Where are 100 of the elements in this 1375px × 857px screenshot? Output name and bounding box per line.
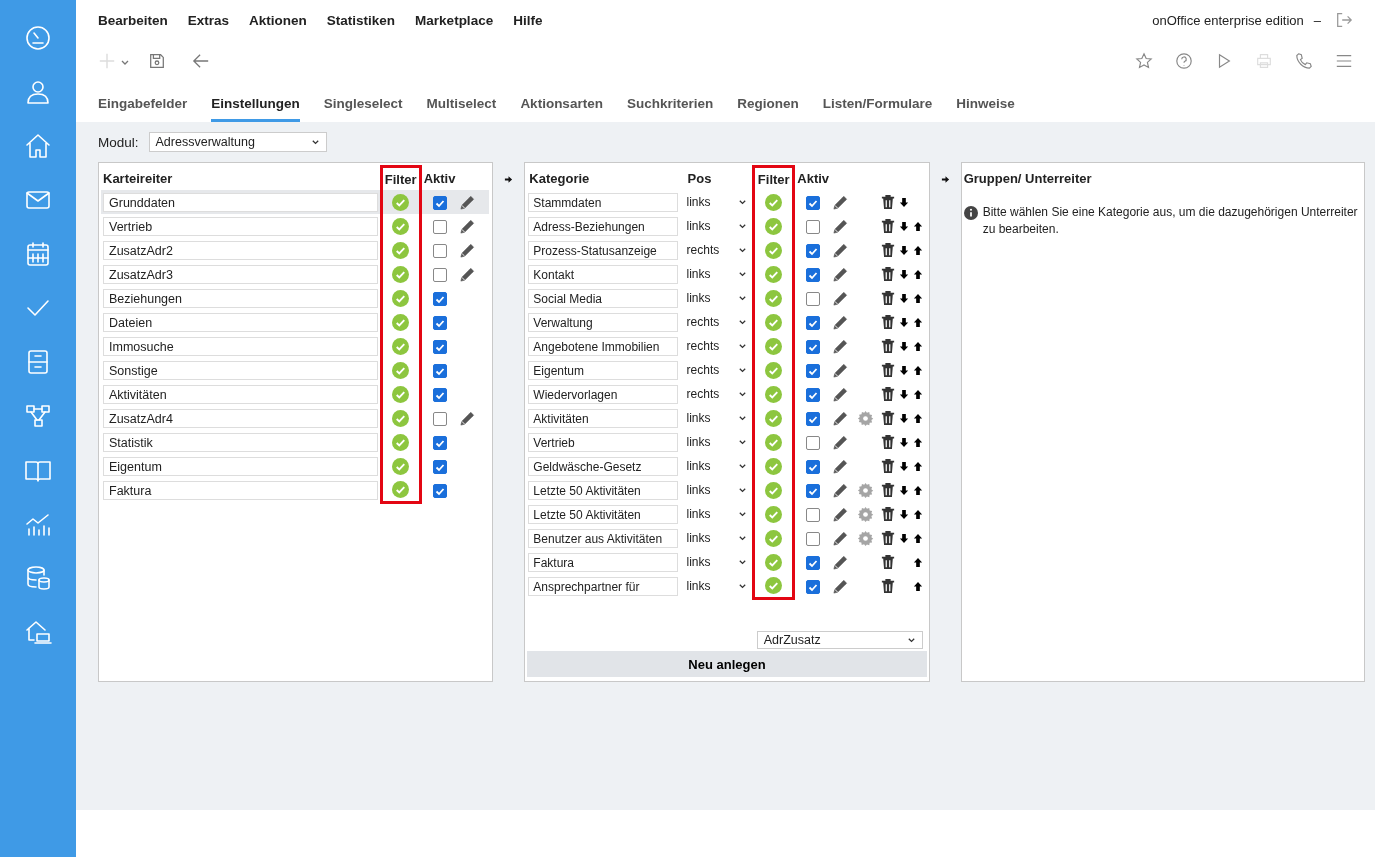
category-name-field[interactable]: Vertrieb [528, 432, 679, 452]
up-arrow-icon[interactable] [913, 268, 924, 280]
pencil-icon[interactable] [832, 481, 850, 499]
check-circle-icon[interactable] [392, 409, 410, 427]
trash-icon[interactable] [881, 482, 895, 498]
check-circle-icon[interactable] [392, 313, 410, 331]
check-circle-icon[interactable] [392, 241, 410, 259]
active-checkbox[interactable] [806, 579, 821, 594]
position-select[interactable]: links [686, 555, 747, 569]
active-checkbox[interactable] [806, 483, 821, 498]
pencil-icon[interactable] [459, 241, 477, 259]
up-arrow-icon[interactable] [913, 484, 924, 496]
category-name-field[interactable]: Prozess-Statusanzeige [528, 240, 679, 260]
category-name-field[interactable]: Stammdaten [528, 192, 679, 212]
trash-icon[interactable] [881, 266, 895, 282]
check-circle-icon[interactable] [765, 433, 783, 451]
category-name-field[interactable]: Faktura [528, 552, 679, 572]
down-arrow-icon[interactable] [899, 508, 910, 520]
up-arrow-icon[interactable] [913, 556, 924, 568]
check-circle-icon[interactable] [392, 480, 410, 498]
pencil-icon[interactable] [832, 409, 850, 427]
down-arrow-icon[interactable] [899, 484, 910, 496]
category-name-field[interactable]: Benutzer aus Aktivitäten [528, 528, 679, 548]
tab[interactable]: Regionen [737, 86, 799, 122]
menu-item[interactable]: Aktionen [249, 12, 307, 28]
check-circle-icon[interactable] [765, 505, 783, 523]
tab-type-select[interactable]: AdrZusatz [756, 631, 923, 649]
tab-name-field[interactable]: Grunddaten [103, 192, 378, 212]
active-checkbox[interactable] [806, 315, 821, 330]
tab-name-field[interactable]: Sonstige [103, 360, 378, 380]
down-arrow-icon[interactable] [899, 436, 910, 448]
check-circle-icon[interactable] [765, 361, 783, 379]
position-select[interactable]: rechts [686, 243, 747, 257]
position-select[interactable]: links [686, 435, 747, 449]
person-icon[interactable] [24, 78, 52, 106]
phone-icon[interactable] [1295, 52, 1313, 70]
up-arrow-icon[interactable] [913, 388, 924, 400]
trash-icon[interactable] [881, 530, 895, 546]
position-select[interactable]: rechts [686, 387, 747, 401]
tab[interactable]: Listen/Formulare [822, 86, 933, 122]
active-checkbox[interactable] [806, 531, 821, 546]
trash-icon[interactable] [881, 218, 895, 234]
menu-item[interactable]: Statistiken [326, 12, 396, 28]
pencil-icon[interactable] [459, 409, 477, 427]
create-button[interactable]: Neu anlegen [527, 651, 927, 677]
tab-name-field[interactable]: ZusatzAdr2 [103, 240, 378, 260]
active-checkbox[interactable] [806, 243, 821, 258]
trash-icon[interactable] [881, 506, 895, 522]
active-checkbox[interactable] [806, 195, 821, 210]
pencil-icon[interactable] [832, 433, 850, 451]
dashboard-icon[interactable] [24, 24, 52, 52]
check-circle-icon[interactable] [392, 433, 410, 451]
position-select[interactable]: links [686, 195, 747, 209]
down-arrow-icon[interactable] [899, 220, 910, 232]
help-icon[interactable] [1175, 52, 1193, 70]
up-arrow-icon[interactable] [913, 436, 924, 448]
up-arrow-icon[interactable] [913, 460, 924, 472]
pencil-icon[interactable] [832, 337, 850, 355]
menu-item[interactable]: Extras [187, 12, 230, 28]
pencil-icon[interactable] [832, 529, 850, 547]
down-arrow-icon[interactable] [899, 340, 910, 352]
check-circle-icon[interactable] [392, 337, 410, 355]
position-select[interactable]: links [686, 531, 747, 545]
check-circle-icon[interactable] [765, 193, 783, 211]
tab-name-field[interactable]: Dateien [103, 312, 378, 332]
pencil-icon[interactable] [832, 313, 850, 331]
gear-icon[interactable] [856, 529, 874, 547]
check-circle-icon[interactable] [765, 481, 783, 499]
trash-icon[interactable] [881, 242, 895, 258]
tab-name-field[interactable]: Beziehungen [103, 288, 378, 308]
active-checkbox[interactable] [432, 483, 447, 498]
up-arrow-icon[interactable] [913, 244, 924, 256]
tab-name-field[interactable]: Statistik [103, 432, 378, 452]
trash-icon[interactable] [881, 578, 895, 594]
down-arrow-icon[interactable] [899, 196, 910, 208]
calendar-icon[interactable] [24, 240, 52, 268]
tab[interactable]: Hinweise [956, 86, 1015, 122]
active-checkbox[interactable] [806, 363, 821, 378]
pencil-icon[interactable] [832, 505, 850, 523]
trash-icon[interactable] [881, 554, 895, 570]
active-checkbox[interactable] [806, 219, 821, 234]
down-arrow-icon[interactable] [899, 388, 910, 400]
pencil-icon[interactable] [459, 217, 477, 235]
category-name-field[interactable]: Verwaltung [528, 312, 679, 332]
trash-icon[interactable] [881, 194, 895, 210]
check-circle-icon[interactable] [392, 457, 410, 475]
down-arrow-icon[interactable] [899, 532, 910, 544]
gear-icon[interactable] [856, 481, 874, 499]
active-checkbox[interactable] [432, 219, 447, 234]
up-arrow-icon[interactable] [913, 292, 924, 304]
category-name-field[interactable]: Angebotene Immobilien [528, 336, 679, 356]
check-circle-icon[interactable] [765, 409, 783, 427]
database-icon[interactable] [24, 564, 52, 592]
pencil-icon[interactable] [832, 577, 850, 595]
back-arrow-icon[interactable] [192, 52, 210, 70]
active-checkbox[interactable] [806, 387, 821, 402]
pencil-icon[interactable] [832, 385, 850, 403]
position-select[interactable]: links [686, 507, 747, 521]
up-arrow-icon[interactable] [913, 580, 924, 592]
trash-icon[interactable] [881, 410, 895, 426]
